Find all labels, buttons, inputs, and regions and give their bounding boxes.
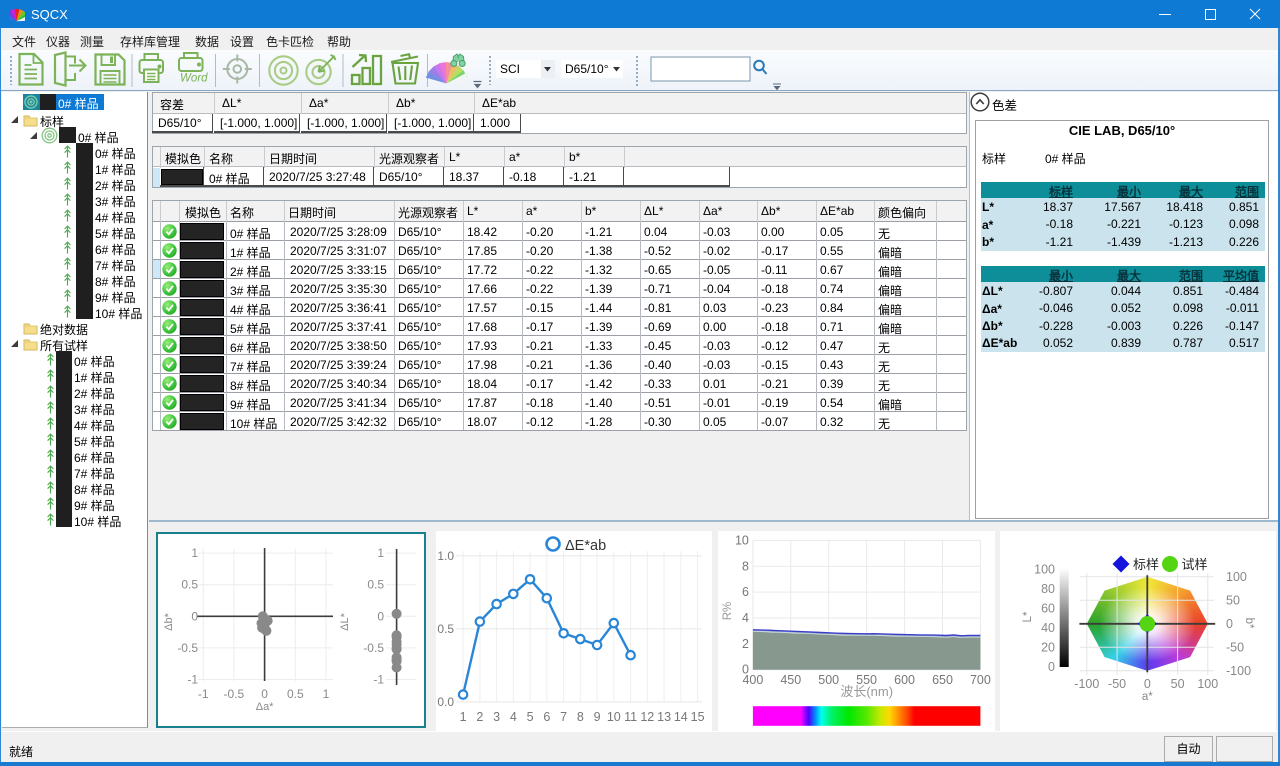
svg-text:0: 0	[377, 609, 384, 623]
svg-text:0: 0	[261, 687, 268, 701]
svg-text:1.0: 1.0	[437, 549, 454, 563]
svg-text:0: 0	[1144, 677, 1151, 691]
svg-text:8: 8	[742, 559, 749, 573]
svg-text:试样: 试样	[1182, 557, 1208, 572]
svg-text:7: 7	[560, 710, 567, 724]
svg-text:-0.5: -0.5	[177, 641, 198, 655]
svg-text:0.5: 0.5	[287, 687, 304, 701]
svg-text:0.5: 0.5	[181, 578, 198, 592]
svg-text:60: 60	[1041, 602, 1055, 616]
svg-text:13: 13	[657, 710, 671, 724]
svg-text:40: 40	[1041, 621, 1055, 635]
svg-text:20: 20	[1041, 641, 1055, 655]
svg-text:R%: R%	[722, 602, 734, 621]
svg-text:L*: L*	[1022, 611, 1034, 622]
svg-text:0.5: 0.5	[437, 622, 454, 636]
svg-text:50: 50	[1171, 677, 1185, 691]
svg-text:-1: -1	[198, 687, 209, 701]
svg-text:-1: -1	[373, 673, 384, 687]
svg-text:b*: b*	[1243, 618, 1255, 629]
svg-text:6: 6	[543, 710, 550, 724]
svg-text:0: 0	[191, 609, 198, 623]
svg-text:0.0: 0.0	[437, 695, 454, 709]
svg-text:3: 3	[493, 710, 500, 724]
svg-text:1: 1	[377, 546, 384, 560]
svg-text:0: 0	[1226, 617, 1233, 631]
svg-text:ΔL*: ΔL*	[339, 612, 351, 630]
svg-text:500: 500	[818, 673, 839, 687]
svg-text:Δb*: Δb*	[163, 612, 175, 630]
svg-text:0.5: 0.5	[367, 578, 384, 592]
svg-text:11: 11	[624, 710, 637, 724]
svg-text:80: 80	[1041, 582, 1055, 596]
svg-text:700: 700	[970, 673, 991, 687]
svg-text:100: 100	[1034, 563, 1055, 577]
svg-text:1: 1	[460, 710, 467, 724]
svg-text:ΔE*ab: ΔE*ab	[565, 538, 606, 554]
svg-text:-1: -1	[187, 673, 198, 687]
svg-text:400: 400	[742, 673, 763, 687]
svg-text:-0.5: -0.5	[363, 641, 384, 655]
svg-text:Word: Word	[180, 73, 208, 85]
svg-text:9: 9	[594, 710, 601, 724]
svg-text:2: 2	[476, 710, 483, 724]
svg-text:14: 14	[674, 710, 688, 724]
svg-text:2: 2	[742, 637, 749, 651]
svg-text:50: 50	[1226, 593, 1240, 607]
svg-text:a*: a*	[1142, 691, 1153, 703]
svg-text:15: 15	[691, 710, 705, 724]
svg-text:标样: 标样	[1133, 557, 1159, 572]
svg-text:4: 4	[742, 611, 749, 625]
svg-text:1: 1	[191, 546, 198, 560]
svg-text:1: 1	[323, 687, 330, 701]
svg-text:-0.5: -0.5	[224, 687, 245, 701]
svg-text:600: 600	[894, 673, 915, 687]
svg-text:12: 12	[640, 710, 654, 724]
svg-text:100: 100	[1226, 570, 1247, 584]
svg-text:10: 10	[607, 710, 621, 724]
svg-text:10: 10	[735, 533, 749, 547]
svg-text:4: 4	[510, 710, 517, 724]
svg-text:650: 650	[932, 673, 953, 687]
svg-text:100: 100	[1197, 677, 1218, 691]
svg-text:-100: -100	[1226, 664, 1251, 678]
svg-text:450: 450	[780, 673, 801, 687]
svg-text:-50: -50	[1108, 677, 1126, 691]
svg-text:8: 8	[577, 710, 584, 724]
svg-text:波长(nm): 波长(nm)	[840, 684, 893, 699]
svg-text:0: 0	[1048, 660, 1055, 674]
svg-text:Δa*: Δa*	[256, 701, 274, 713]
svg-text:-100: -100	[1074, 677, 1099, 691]
svg-text:6: 6	[742, 585, 749, 599]
svg-text:5: 5	[527, 710, 534, 724]
svg-text:-50: -50	[1226, 640, 1244, 654]
